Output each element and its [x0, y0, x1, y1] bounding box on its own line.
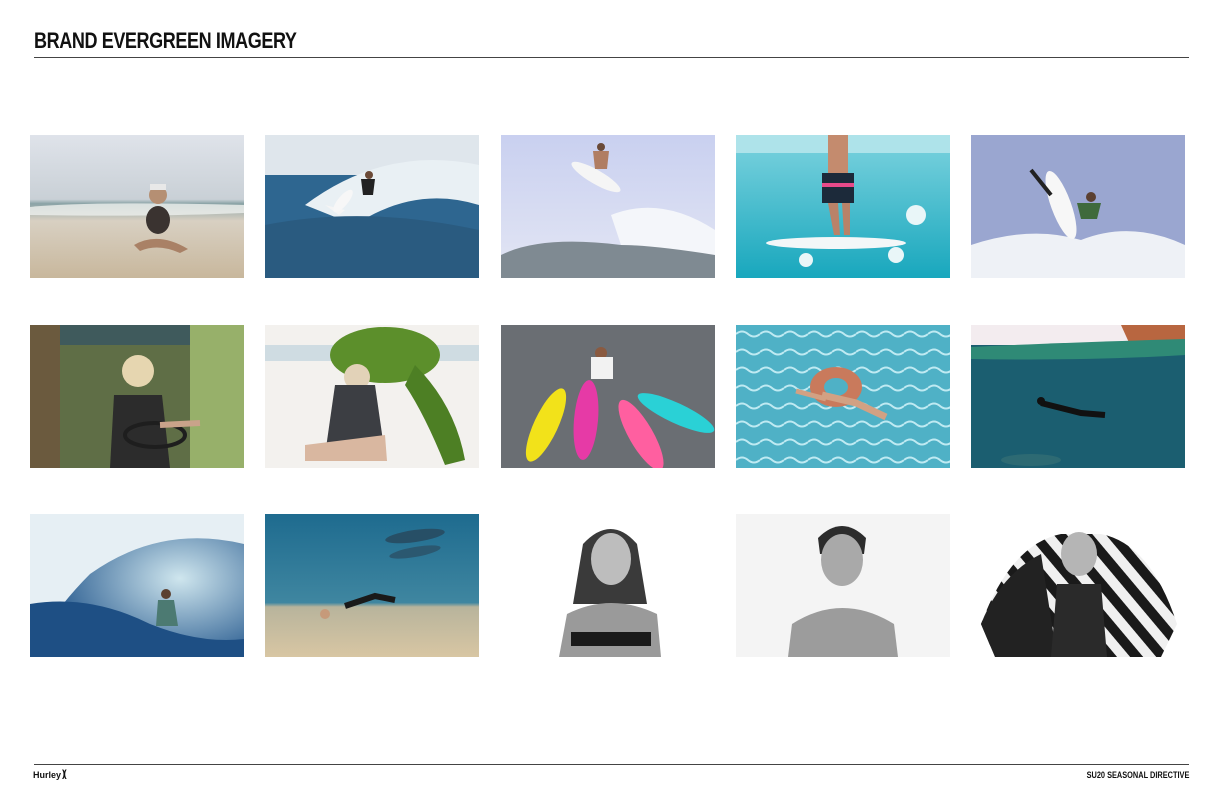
page-title: BRAND EVERGREEN IMAGERY	[34, 28, 297, 53]
photo-underwater-surfboard[interactable]	[736, 135, 950, 278]
photo-colorful-surfboards[interactable]	[501, 325, 715, 468]
photo-surfer-spray[interactable]	[971, 135, 1185, 278]
photo-woman-beach[interactable]	[30, 135, 244, 278]
photo-woman-pool-float[interactable]	[736, 325, 950, 468]
photo-surfer-aerial[interactable]	[501, 135, 715, 278]
photo-dolphins-swimmer[interactable]	[265, 514, 479, 657]
footer-divider	[34, 764, 1189, 765]
hurley-icon: )(	[62, 769, 66, 780]
brand-wordmark: Hurley	[33, 769, 62, 780]
photo-diver-split-shot[interactable]	[971, 325, 1185, 468]
header-divider	[34, 57, 1189, 58]
brand-logo: Hurley )(	[33, 769, 66, 780]
photo-man-american-flag-bw[interactable]	[971, 514, 1185, 657]
photo-woman-vintage-car[interactable]	[30, 325, 244, 468]
photo-surfer-barrel[interactable]	[30, 514, 244, 657]
photo-woman-monstera[interactable]	[265, 325, 479, 468]
photo-man-smiling-bw[interactable]	[736, 514, 950, 657]
document-label: SU20 SEASONAL DIRECTIVE	[1086, 770, 1189, 780]
photo-surfer-carving[interactable]	[265, 135, 479, 278]
photo-woman-laughing-bw[interactable]	[501, 514, 715, 657]
